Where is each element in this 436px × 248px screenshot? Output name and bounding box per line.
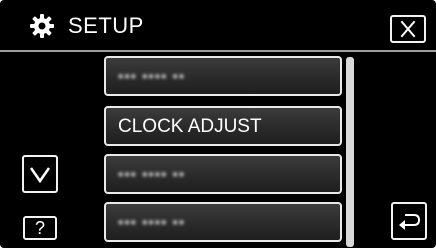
menu-item-clock-adjust[interactable]: CLOCK ADJUST (104, 106, 342, 146)
close-button[interactable] (390, 15, 426, 43)
menu-item-1[interactable]: ▪▪▪ ▪▪▪▪ ▪▪ (104, 56, 342, 96)
header-divider (0, 50, 436, 52)
close-icon (392, 17, 424, 41)
menu-item-label: ▪▪▪ ▪▪▪▪ ▪▪ (118, 68, 186, 85)
help-button[interactable]: ? (23, 216, 57, 240)
menu-item-label: CLOCK ADJUST (118, 116, 262, 137)
gear-icon (30, 14, 54, 38)
help-label: ? (34, 218, 45, 238)
chevron-down-icon (24, 157, 56, 191)
menu-item-label: ▪▪▪ ▪▪▪▪ ▪▪ (118, 166, 186, 183)
scroll-down-button[interactable] (22, 155, 58, 193)
menu-item-label: ▪▪▪ ▪▪▪▪ ▪▪ (118, 214, 186, 231)
menu-item-4[interactable]: ▪▪▪ ▪▪▪▪ ▪▪ (104, 202, 342, 242)
scrollbar[interactable] (346, 57, 354, 247)
header-bar: SETUP (0, 0, 436, 52)
page-title: SETUP (68, 13, 144, 38)
menu-item-3[interactable]: ▪▪▪ ▪▪▪▪ ▪▪ (104, 154, 342, 194)
setup-screen: SETUP ▪▪▪ ▪▪▪▪ ▪▪ CLOCK ADJUST ▪▪▪ ▪▪▪▪ … (0, 0, 436, 248)
back-button[interactable] (391, 202, 427, 240)
return-arrow-icon (393, 204, 425, 238)
